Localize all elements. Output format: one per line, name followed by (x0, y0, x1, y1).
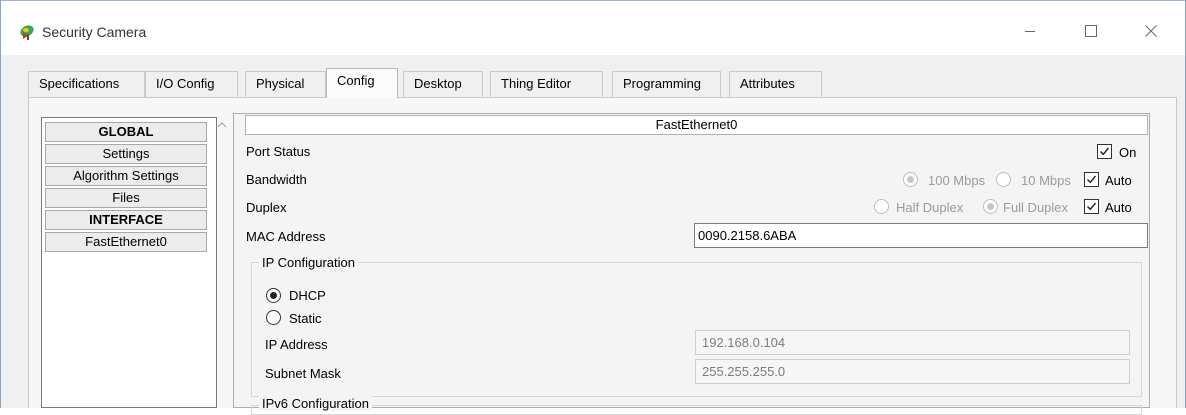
radio-dot (987, 203, 994, 210)
duplex-auto-label: Auto (1105, 200, 1132, 215)
bandwidth-10-radio[interactable] (996, 172, 1011, 187)
tab-label: Programming (623, 76, 702, 91)
tab-label: Attributes (740, 76, 795, 91)
mac-address-input[interactable]: 0090.2158.6ABA (694, 223, 1148, 248)
sidebar-item-label: INTERFACE (89, 212, 163, 227)
checkmark-icon (1087, 175, 1097, 184)
tab-label: Specifications (39, 76, 120, 91)
bandwidth-100-label: 100 Mbps (928, 173, 986, 188)
sidebar-item-settings[interactable]: Settings (45, 144, 207, 164)
bandwidth-auto-label: Auto (1105, 173, 1132, 188)
port-status-label: Port Status (246, 144, 311, 159)
minimize-button[interactable] (1007, 15, 1053, 47)
tab-attributes[interactable]: Attributes (729, 71, 822, 97)
close-icon (1145, 25, 1157, 37)
tab-physical[interactable]: Physical (245, 71, 326, 97)
tab-label: Desktop (414, 76, 462, 91)
security-camera-window: Security Camera Specifications I/O Confi… (0, 0, 1186, 415)
minimize-icon (1024, 25, 1036, 37)
sidebar-item-files[interactable]: Files (45, 188, 207, 208)
tab-desktop[interactable]: Desktop (403, 71, 483, 97)
sidebar-item-label: FastEthernet0 (85, 234, 167, 249)
tab-programming[interactable]: Programming (612, 71, 721, 97)
security-camera-icon (19, 23, 37, 41)
duplex-label: Duplex (246, 200, 287, 215)
tab-label: Physical (256, 76, 305, 91)
bandwidth-100-radio[interactable] (903, 172, 918, 187)
tab-io-config[interactable]: I/O Config (145, 71, 238, 97)
port-status-on-label: On (1119, 145, 1137, 160)
sidebar-item-interface[interactable]: INTERFACE (45, 210, 207, 230)
ip-address-label: IP Address (265, 337, 328, 352)
tab-specifications[interactable]: Specifications (28, 71, 145, 97)
bandwidth-10-label: 10 Mbps (1021, 173, 1071, 188)
tab-label: Config (337, 73, 375, 88)
close-button[interactable] (1128, 15, 1174, 47)
interface-header: FastEthernet0 (245, 115, 1148, 135)
tab-thing-editor[interactable]: Thing Editor (490, 71, 603, 97)
ip-configuration-title: IP Configuration (259, 255, 358, 270)
ipv6-configuration-group (251, 405, 1142, 415)
sidebar-item-label: Files (112, 190, 140, 205)
duplex-half-label: Half Duplex (896, 200, 964, 215)
tab-label: I/O Config (156, 76, 215, 91)
duplex-auto-checkbox[interactable] (1084, 199, 1099, 214)
ipv6-configuration-title: IPv6 Configuration (259, 396, 372, 411)
duplex-full-label: Full Duplex (1003, 200, 1069, 215)
dhcp-label: DHCP (289, 288, 326, 303)
sidebar-item-fastethernet0[interactable]: FastEthernet0 (45, 232, 207, 252)
duplex-full-radio[interactable] (983, 199, 998, 214)
duplex-half-radio[interactable] (874, 199, 889, 214)
scroll-up-button[interactable] (215, 118, 229, 132)
dhcp-radio[interactable] (266, 288, 281, 303)
sidebar-item-label: GLOBAL (98, 124, 154, 139)
sidebar-item-label: Settings (102, 146, 150, 161)
mac-address-label: MAC Address (246, 229, 326, 244)
ip-address-input[interactable]: 192.168.0.104 (695, 330, 1130, 355)
tab-config[interactable]: Config (326, 68, 398, 98)
config-sidebar-list[interactable]: GLOBAL Settings Algorithm Settings Files… (41, 117, 217, 408)
tab-label: Thing Editor (501, 76, 572, 91)
subnet-mask-label: Subnet Mask (265, 366, 341, 381)
radio-dot (907, 176, 914, 183)
checkmark-icon (1087, 202, 1097, 211)
port-status-on-checkbox[interactable] (1097, 144, 1112, 159)
bandwidth-auto-checkbox[interactable] (1084, 172, 1099, 187)
static-radio[interactable] (266, 310, 281, 325)
static-label: Static (289, 311, 322, 326)
maximize-icon (1085, 25, 1097, 37)
sidebar-item-label: Algorithm Settings (73, 168, 179, 183)
title-bar[interactable]: Security Camera (1, 1, 1185, 55)
maximize-button[interactable] (1068, 15, 1114, 47)
chevron-up-icon (215, 120, 229, 135)
checkmark-icon (1100, 147, 1110, 156)
sidebar-item-algorithm-settings[interactable]: Algorithm Settings (45, 166, 207, 186)
radio-dot (270, 292, 277, 299)
window-title: Security Camera (42, 24, 147, 40)
sidebar-item-global[interactable]: GLOBAL (45, 122, 207, 142)
bandwidth-label: Bandwidth (246, 172, 307, 187)
subnet-mask-input[interactable]: 255.255.255.0 (695, 359, 1130, 384)
